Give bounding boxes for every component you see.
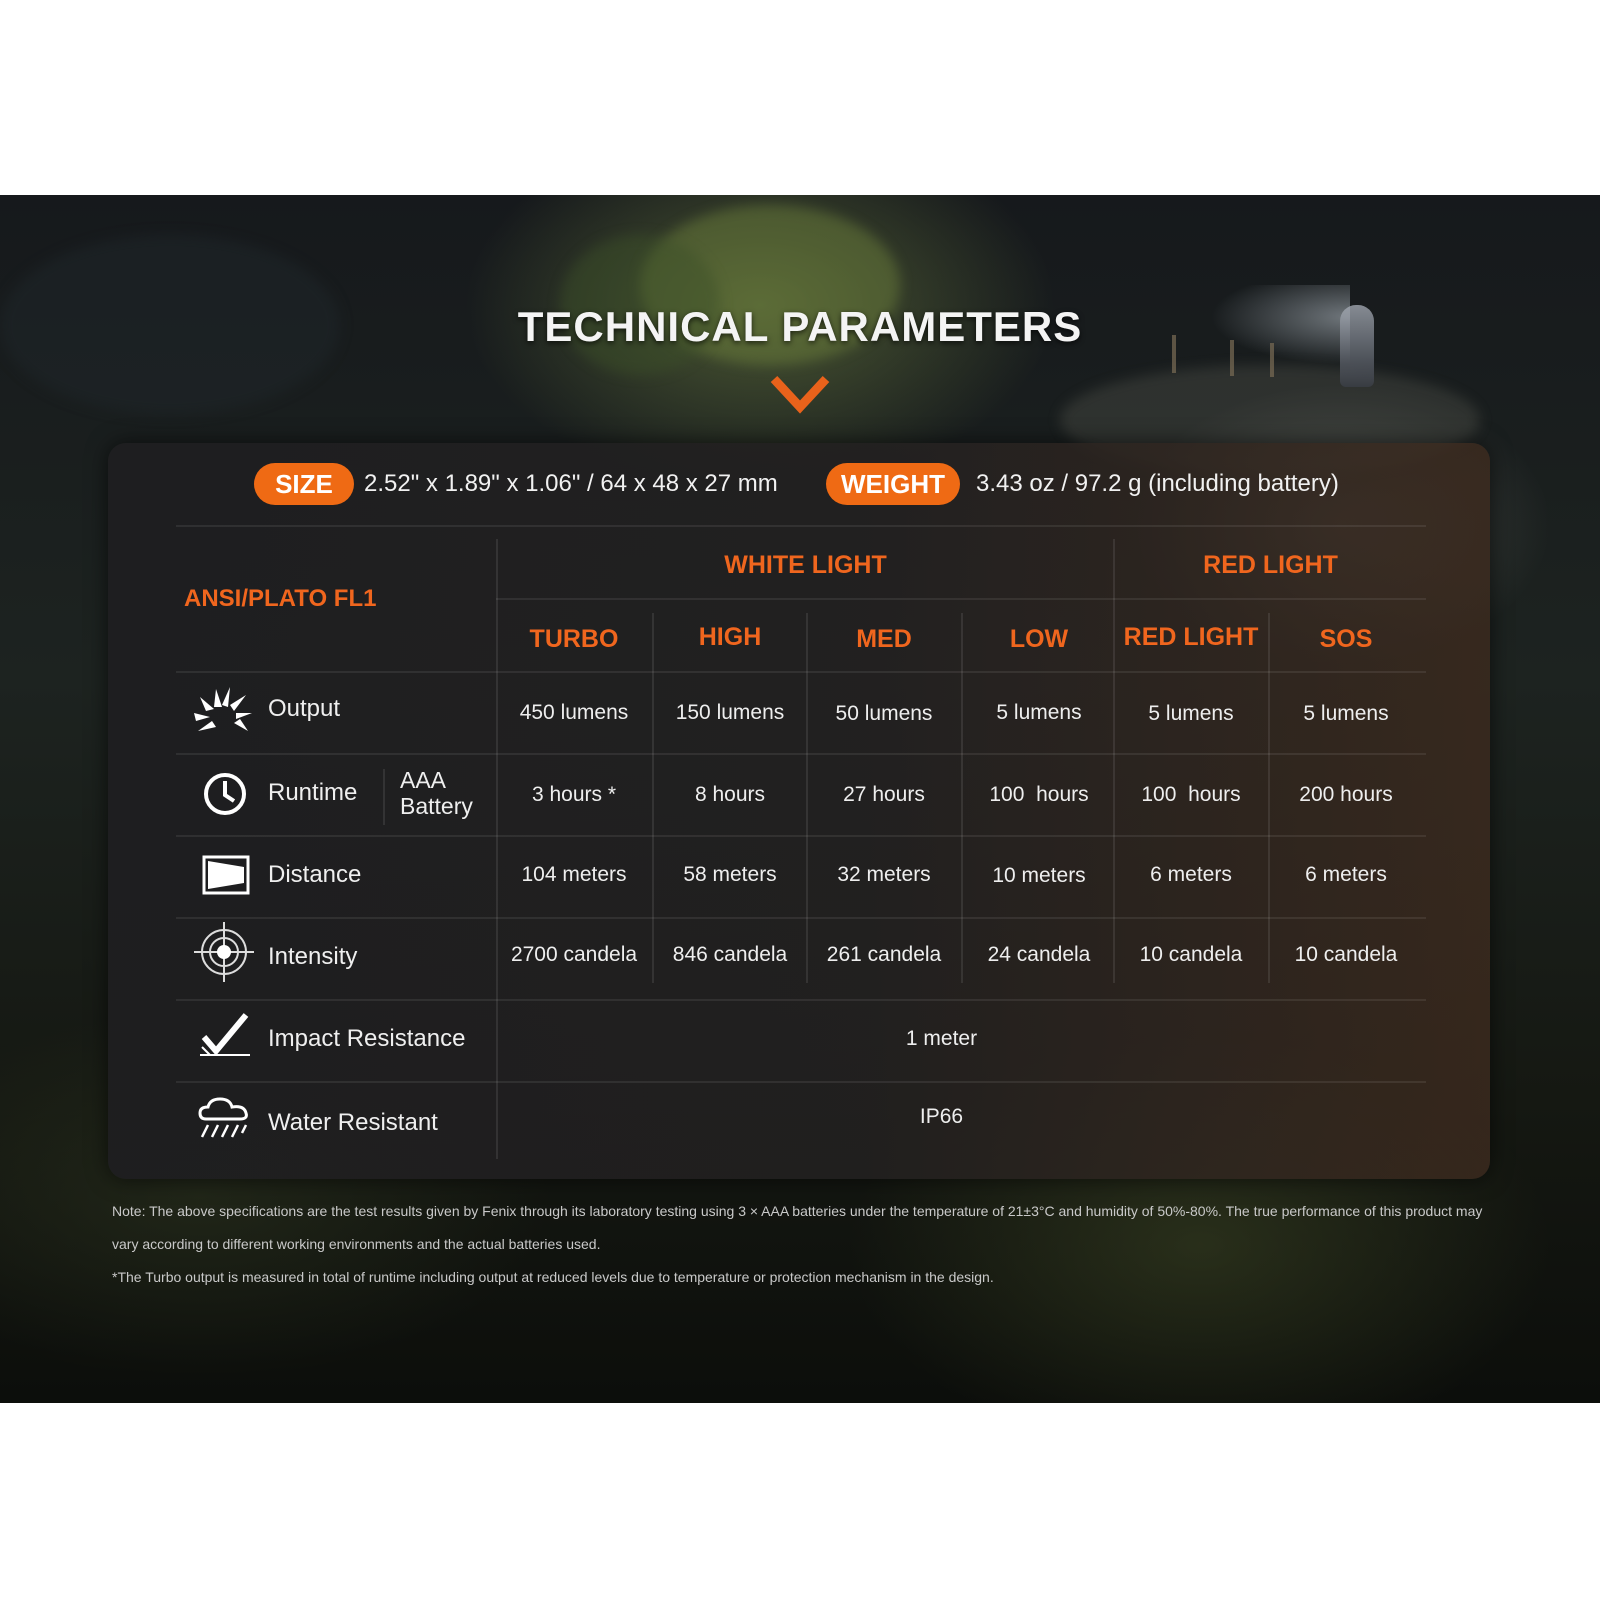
group-header-red: RED LIGHT (1203, 551, 1338, 579)
table-divider (176, 525, 1426, 527)
intensity-red-light: 10 candela (1139, 943, 1243, 966)
runtime-battery-label: AAA Battery (400, 767, 473, 819)
output-low: 5 lumens (996, 701, 1082, 724)
row-label-water: Water Resistant (268, 1109, 438, 1136)
row-label-impact: Impact Resistance (268, 1025, 466, 1052)
size-badge: SIZE (254, 463, 354, 505)
beam-distance-icon (202, 855, 250, 895)
group-header-white: WHITE LIGHT (724, 551, 887, 579)
chevron-down-icon (770, 375, 830, 414)
mode-header-sos: SOS (1319, 625, 1373, 653)
size-value: 2.52" x 1.89" x 1.06" / 64 x 48 x 27 mm (364, 470, 778, 497)
intensity-high: 846 candela (672, 943, 788, 966)
weight-value: 3.43 oz / 97.2 g (including battery) (976, 470, 1339, 497)
row-label-output: Output (268, 695, 341, 722)
footnotes: Note: The above specifications are the t… (112, 1195, 1492, 1294)
runtime-med: 27 hours (843, 783, 925, 806)
table-divider (176, 753, 1426, 755)
impact-value: 1 meter (905, 1027, 978, 1050)
output-turbo: 450 lumens (519, 701, 629, 724)
distance-med: 32 meters (837, 863, 931, 886)
standard-label: ANSI/PLATO FL1 (184, 585, 377, 612)
target-intensity-icon (194, 922, 254, 982)
turbo-footnote: *The Turbo output is measured in total o… (112, 1269, 994, 1285)
table-divider (176, 1081, 1426, 1083)
output-med: 50 lumens (835, 702, 933, 725)
table-divider (176, 671, 1426, 673)
distance-low: 10 meters (992, 864, 1086, 887)
distance-turbo: 104 meters (521, 863, 627, 886)
intensity-turbo: 2700 candela (510, 943, 638, 966)
runtime-sos: 200 hours (1299, 783, 1393, 806)
table-divider (176, 999, 1426, 1001)
page-title: TECHNICAL PARAMETERS (517, 303, 1083, 350)
output-burst-icon (194, 687, 252, 731)
clock-icon (204, 773, 246, 815)
water-value: IP66 (919, 1105, 964, 1128)
row-label-distance: Distance (268, 861, 362, 888)
spec-panel: SIZE 2.52" x 1.89" x 1.06" / 64 x 48 x 2… (108, 443, 1490, 1179)
row-label-intensity: Intensity (268, 943, 358, 970)
output-sos: 5 lumens (1303, 702, 1389, 725)
table-divider (176, 917, 1426, 919)
rain-cloud-icon (198, 1097, 248, 1138)
test-conditions-note: Note: The above specifications are the t… (112, 1203, 1483, 1252)
table-divider (496, 598, 1426, 600)
runtime-red-light: 100 hours (1141, 783, 1241, 806)
impact-check-icon (200, 1013, 250, 1056)
runtime-high: 8 hours (694, 783, 766, 806)
intensity-med: 261 candela (826, 943, 942, 966)
weight-badge: WEIGHT (826, 463, 960, 505)
mode-header-low: LOW (1009, 625, 1069, 653)
runtime-low: 100 hours (989, 783, 1089, 806)
table-divider (176, 835, 1426, 837)
mode-header-red-light: RED LIGHT (1123, 623, 1259, 651)
mode-header-high: HIGH (698, 623, 762, 651)
intensity-sos: 10 candela (1294, 943, 1398, 966)
output-red-light: 5 lumens (1148, 702, 1234, 725)
intensity-low: 24 candela (987, 943, 1091, 966)
mode-header-turbo: TURBO (529, 625, 619, 653)
distance-high: 58 meters (683, 863, 777, 886)
distance-sos: 6 meters (1305, 863, 1387, 886)
output-high: 150 lumens (675, 701, 785, 724)
column-divider (1113, 539, 1115, 983)
column-divider (383, 769, 385, 825)
mode-header-med: MED (856, 625, 912, 653)
distance-red-light: 6 meters (1150, 863, 1232, 886)
row-label-runtime: Runtime (268, 779, 358, 806)
runtime-turbo: 3 hours * (531, 783, 617, 806)
hero-banner: TECHNICAL PARAMETERS SIZE 2.52" x 1.89" … (0, 195, 1600, 1403)
